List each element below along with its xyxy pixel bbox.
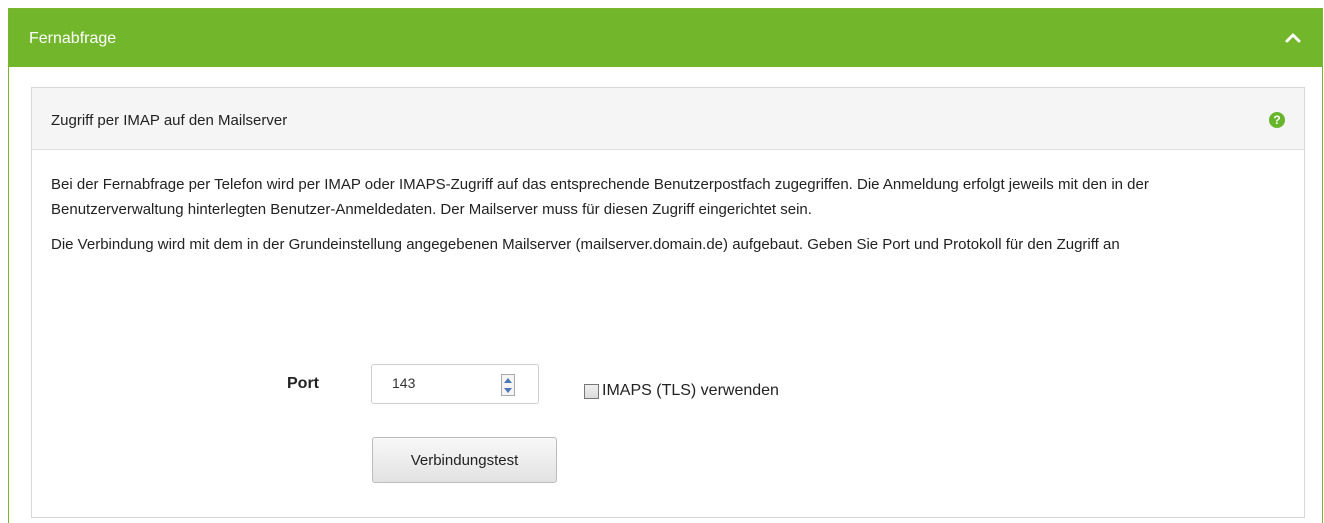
- description-paragraph-2: Die Verbindung wird mit dem in der Grund…: [51, 236, 1120, 253]
- section-title: Zugriff per IMAP auf den Mailserver: [51, 112, 288, 129]
- connection-test-button[interactable]: Verbindungstest: [372, 437, 557, 483]
- port-label: Port: [287, 375, 319, 392]
- arrow-up-icon: [504, 377, 512, 383]
- imap-access-section: Zugriff per IMAP auf den Mailserver ? Be…: [31, 87, 1305, 518]
- imaps-tls-checkbox[interactable]: [584, 384, 599, 399]
- panel-title: Fernabfrage: [29, 30, 117, 47]
- help-icon[interactable]: ?: [1269, 112, 1285, 128]
- port-value[interactable]: 143: [392, 375, 415, 391]
- spin-down-button[interactable]: [502, 385, 514, 395]
- chevron-up-icon[interactable]: [1285, 33, 1301, 43]
- description-paragraph-1: Bei der Fernabfrage per Telefon wird per…: [51, 176, 1149, 218]
- section-description: Bei der Fernabfrage per Telefon wird per…: [51, 172, 1285, 257]
- fernabfrage-panel: Fernabfrage Zugriff per IMAP auf den Mai…: [8, 8, 1323, 523]
- port-number-input[interactable]: 143: [371, 364, 539, 404]
- spin-up-button[interactable]: [502, 375, 514, 385]
- port-spinner[interactable]: [501, 374, 515, 396]
- section-header: Zugriff per IMAP auf den Mailserver ?: [32, 88, 1304, 150]
- panel-header[interactable]: Fernabfrage: [9, 9, 1322, 67]
- arrow-down-icon: [504, 387, 512, 393]
- imaps-tls-label[interactable]: IMAPS (TLS) verwenden: [602, 382, 779, 400]
